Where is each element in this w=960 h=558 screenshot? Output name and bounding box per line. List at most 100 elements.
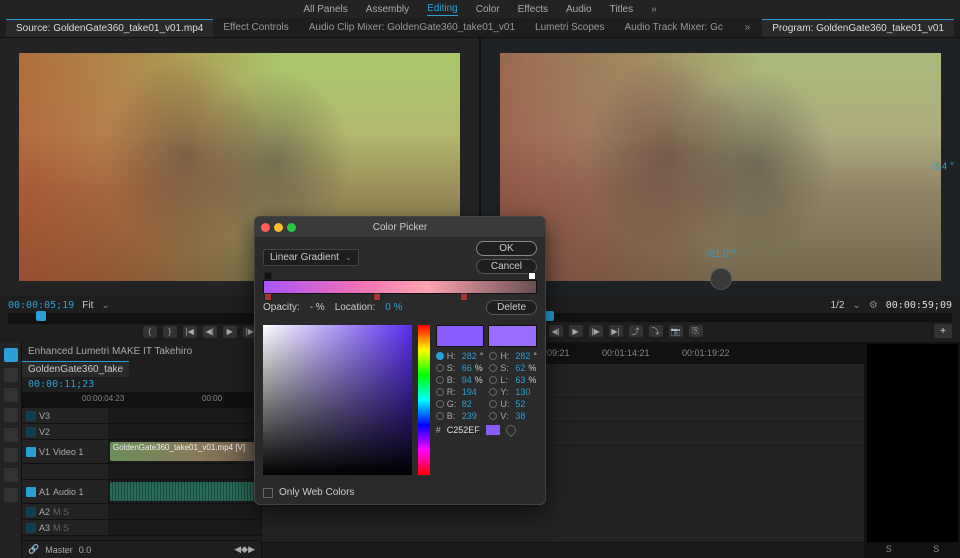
track-a3-label[interactable]: A3 (39, 523, 50, 533)
bb-value[interactable]: 239 (462, 411, 477, 421)
saturation-value-field[interactable] (263, 325, 412, 475)
sequence-tab[interactable]: GoldenGate360_take (22, 361, 129, 377)
tab-lumetri-scopes[interactable]: Lumetri Scopes (525, 19, 614, 36)
only-web-checkbox[interactable] (263, 488, 273, 498)
radio-l[interactable] (489, 376, 497, 384)
pen-tool-icon[interactable] (4, 448, 18, 462)
tab-effect-controls[interactable]: Effect Controls (213, 19, 298, 36)
hl-value[interactable]: 282 (515, 351, 530, 361)
type-tool-icon[interactable] (4, 488, 18, 502)
step-back-button[interactable]: ◀| (549, 325, 563, 337)
zoom-icon[interactable] (287, 223, 296, 232)
v-value[interactable]: 38 (515, 411, 525, 421)
tab-color[interactable]: Color (476, 4, 500, 15)
gradient-type-select[interactable]: Linear Gradient⌄ (263, 249, 359, 266)
tab-titles[interactable]: Titles (610, 4, 634, 15)
tab-audio[interactable]: Audio (566, 4, 592, 15)
radio-v[interactable] (489, 412, 497, 420)
overflow-icon[interactable]: » (651, 4, 657, 15)
only-web-label[interactable]: Only Web Colors (279, 487, 354, 498)
tab-source[interactable]: Source: GoldenGate360_take01_v01.mp4 (6, 19, 213, 37)
track-a1-label[interactable]: A1 (39, 487, 50, 497)
program-scale-label[interactable]: 1/2 (831, 300, 845, 311)
minimize-icon[interactable] (274, 223, 283, 232)
chevron-right-icon[interactable]: » (741, 22, 755, 33)
l-value[interactable]: 63 (515, 375, 525, 385)
settings-icon[interactable]: ⚙ (869, 300, 878, 311)
radio-bb[interactable] (436, 412, 444, 420)
ok-button[interactable]: OK (476, 241, 537, 256)
slip-tool-icon[interactable] (4, 428, 18, 442)
gradient-stop-2[interactable] (373, 293, 381, 301)
lift-button[interactable]: ⤴ (629, 325, 643, 337)
track-v2-label[interactable]: V2 (39, 427, 50, 437)
go-in-button[interactable]: |◀ (183, 326, 197, 338)
gradient-stop-opacity-left[interactable] (264, 272, 272, 280)
export-button[interactable]: ⎘ (689, 325, 703, 337)
tab-audio-clip-mixer[interactable]: Audio Clip Mixer: GoldenGate360_take01_v… (299, 19, 525, 36)
extract-button[interactable]: ⤵ (649, 325, 663, 337)
tab-program[interactable]: Program: GoldenGate360_take01_v01 (762, 19, 954, 37)
chevron-down-icon[interactable]: ⌄ (852, 300, 860, 311)
radio-g[interactable] (436, 400, 444, 408)
g-value[interactable]: 82 (462, 399, 472, 409)
u-value[interactable]: 52 (515, 399, 525, 409)
vr-compass-icon[interactable] (710, 268, 732, 290)
radio-h[interactable] (436, 352, 444, 360)
h-value[interactable]: 282 (462, 351, 477, 361)
b-value[interactable]: 94 (462, 375, 472, 385)
dialog-titlebar[interactable]: Color Picker (255, 217, 545, 237)
video-clip[interactable]: GoldenGate360_take01_v01.mp4 [V] (110, 442, 257, 461)
tab-assembly[interactable]: Assembly (366, 4, 409, 15)
camera-icon[interactable]: 📷 (669, 325, 683, 337)
radio-s[interactable] (436, 364, 444, 372)
program-monitor[interactable]: -3.4 ° -81.0 ° (480, 38, 960, 296)
track-a2-label[interactable]: A2 (39, 507, 50, 517)
tab-editing[interactable]: Editing (427, 3, 458, 16)
step-back-button[interactable]: ◀| (203, 326, 217, 338)
gradient-stop-1[interactable] (264, 293, 272, 301)
opacity-value[interactable]: - % (310, 302, 325, 313)
close-icon[interactable] (261, 223, 270, 232)
chevron-down-icon[interactable]: ⌄ (101, 300, 109, 311)
mini-ruler[interactable]: 00:00:04:23 00:00 (22, 392, 261, 408)
track-v3-label[interactable]: V3 (39, 411, 50, 421)
add-button[interactable]: + (934, 324, 952, 338)
hex-value[interactable]: C252EF (447, 425, 480, 435)
keyframe-icon[interactable]: ◀◆▶ (234, 544, 255, 555)
y-value[interactable]: 130 (515, 387, 530, 397)
program-timecode[interactable]: 00:00:59;09 (886, 300, 952, 311)
hand-tool-icon[interactable] (4, 468, 18, 482)
location-value[interactable]: 0 % (385, 302, 402, 313)
gradient-bar[interactable] (263, 280, 537, 294)
s-value[interactable]: 66 (462, 363, 472, 373)
play-button[interactable]: ▶ (569, 325, 583, 337)
mark-out-button[interactable]: } (163, 326, 177, 338)
fit-dropdown[interactable]: Fit (82, 300, 93, 311)
hue-slider[interactable] (418, 325, 430, 475)
program-scrubber[interactable] (489, 313, 953, 322)
track-v1-label[interactable]: V1 (39, 447, 50, 457)
sequence-timecode[interactable]: 00:00:11;23 (22, 377, 261, 392)
source-timecode[interactable]: 00:00:05;19 (8, 300, 74, 311)
go-out-button[interactable]: ▶| (609, 325, 623, 337)
gradient-stop-opacity-right[interactable] (528, 272, 536, 280)
radio-b[interactable] (436, 376, 444, 384)
play-button[interactable]: ▶ (223, 326, 237, 338)
delete-stop-button[interactable]: Delete (486, 300, 537, 315)
r-value[interactable]: 194 (462, 387, 477, 397)
tab-audio-track-mixer[interactable]: Audio Track Mixer: Gc (615, 19, 733, 36)
selection-tool-icon[interactable] (4, 348, 18, 362)
master-value[interactable]: 0.0 (79, 545, 92, 555)
sl-value[interactable]: 62 (515, 363, 525, 373)
gradient-stop-3[interactable] (460, 293, 468, 301)
radio-y[interactable] (489, 388, 497, 396)
track-select-tool-icon[interactable] (4, 368, 18, 382)
eyedropper-icon[interactable] (504, 423, 518, 437)
step-fwd-button[interactable]: |▶ (589, 325, 603, 337)
radio-sl[interactable] (489, 364, 497, 372)
audio-clip[interactable] (110, 482, 257, 501)
timeline-zoom-bar[interactable] (262, 542, 864, 558)
radio-r[interactable] (436, 388, 444, 396)
razor-tool-icon[interactable] (4, 408, 18, 422)
